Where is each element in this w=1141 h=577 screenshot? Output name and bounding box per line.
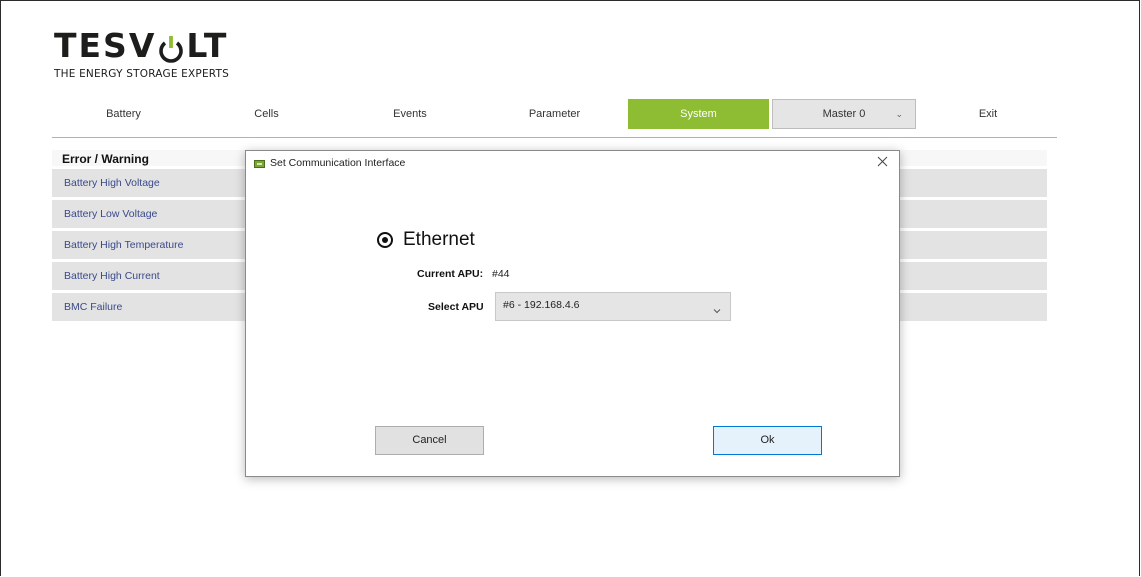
- logo-word-part2: LT: [186, 26, 229, 65]
- current-apu-label: Current APU:: [417, 268, 484, 280]
- dialog-title: Set Communication Interface: [270, 157, 406, 169]
- ethernet-radio-label: Ethernet: [403, 229, 475, 250]
- nav-divider: [52, 137, 1057, 138]
- select-apu-dropdown[interactable]: #6 - 192.168.4.6: [495, 292, 731, 321]
- chevron-down-icon: ⌄: [895, 109, 903, 119]
- master-select[interactable]: Master 0 ⌄: [772, 99, 916, 129]
- ethernet-radio-button[interactable]: [377, 232, 393, 248]
- ok-button[interactable]: Ok: [713, 426, 822, 455]
- nav-tab-battery[interactable]: Battery: [52, 99, 195, 129]
- select-apu-value: #6 - 192.168.4.6: [503, 299, 580, 311]
- ethernet-radio-row[interactable]: Ethernet: [377, 229, 475, 251]
- nav-tab-exit[interactable]: Exit: [919, 99, 1057, 129]
- tesvolt-logo: TESV LT THE ENERGY STORAGE EXPERTS: [54, 28, 229, 81]
- close-icon[interactable]: [875, 153, 891, 169]
- cancel-button[interactable]: Cancel: [375, 426, 484, 455]
- logo-tagline: THE ENERGY STORAGE EXPERTS: [54, 68, 229, 80]
- logo-word-part1: TESV: [54, 26, 157, 65]
- main-nav: Battery Cells Events Parameter System Ma…: [52, 99, 1057, 129]
- master-select-value: Master 0: [822, 108, 866, 120]
- current-apu-value: #44: [492, 268, 510, 280]
- logo-wordmark: TESV LT: [54, 28, 229, 64]
- nav-tab-events[interactable]: Events: [338, 99, 482, 129]
- battery-app-icon: [254, 160, 265, 168]
- select-apu-label: Select APU: [428, 301, 484, 313]
- set-communication-interface-dialog: Set Communication Interface Ethernet Cur…: [245, 150, 900, 477]
- chevron-down-icon: [713, 302, 721, 314]
- error-warning-title: Error / Warning: [62, 152, 149, 166]
- nav-tab-system[interactable]: System: [628, 99, 769, 129]
- power-icon: [157, 34, 185, 64]
- nav-tab-cells[interactable]: Cells: [195, 99, 338, 129]
- nav-tab-parameter[interactable]: Parameter: [482, 99, 627, 129]
